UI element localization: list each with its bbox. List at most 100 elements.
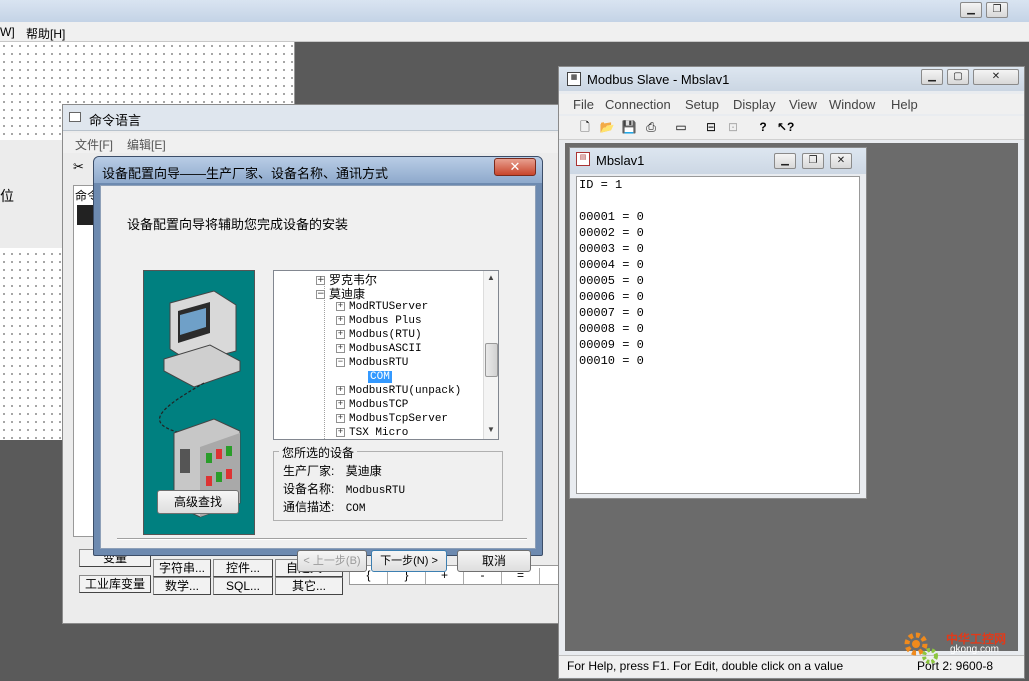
tree-item[interactable]: + TSX Micro — [336, 427, 408, 439]
menu-item-fragment[interactable]: W] — [0, 25, 15, 39]
command-window-title: 命令语言 — [89, 113, 142, 128]
collapse-icon[interactable]: − — [336, 357, 345, 367]
register-value[interactable]: 0 — [637, 338, 644, 352]
tree-item[interactable]: + Modbus(RTU) — [336, 329, 422, 341]
expand-icon[interactable]: + — [336, 343, 345, 353]
connect-icon[interactable]: ⊟ — [703, 119, 719, 135]
window-icon[interactable]: ▭ — [673, 119, 689, 135]
register-row[interactable]: 00005 = 0 — [579, 273, 644, 289]
scroll-thumb[interactable] — [485, 343, 498, 377]
register-value[interactable]: 0 — [637, 290, 644, 304]
command-window-menubar: 文件[F] 编辑[E] — [63, 133, 561, 153]
expand-icon[interactable]: + — [316, 276, 325, 285]
register-row[interactable]: 00008 = 0 — [579, 321, 644, 337]
watermark-url: gkong.com — [950, 644, 999, 655]
expand-icon[interactable]: + — [336, 413, 345, 423]
child-restore-icon[interactable]: ❐ — [802, 153, 824, 169]
register-value[interactable]: 0 — [637, 274, 644, 288]
register-row[interactable]: 00003 = 0 — [579, 241, 644, 257]
expand-icon[interactable]: + — [336, 385, 345, 395]
register-value[interactable]: 0 — [637, 210, 644, 224]
tree-item[interactable]: − ModbusRTU — [336, 357, 408, 369]
disconnect-icon[interactable]: ⊡ — [725, 119, 741, 135]
main-restore-button[interactable]: ❐ — [986, 2, 1008, 18]
expand-icon[interactable]: + — [336, 315, 345, 325]
collapse-icon[interactable]: − — [316, 290, 325, 299]
sql-button[interactable]: SQL... — [213, 577, 273, 595]
menu-setup[interactable]: Setup — [685, 97, 719, 112]
gear-logo-icon — [904, 632, 938, 664]
register-address: 00010 — [579, 354, 616, 368]
modbus-menubar: File Connection Setup Display View Windo… — [559, 94, 1024, 114]
industrial-lib-variable-button[interactable]: 工业库变量 — [79, 575, 151, 593]
math-button[interactable]: 数学... — [153, 577, 211, 595]
control-button[interactable]: 控件... — [213, 559, 273, 577]
tree-scrollbar[interactable]: ▲ ▼ — [483, 271, 498, 439]
register-row[interactable]: 00006 = 0 — [579, 289, 644, 305]
modbus-window-title: Modbus Slave - Mbslav1 — [587, 72, 730, 87]
menu-connection[interactable]: Connection — [605, 97, 671, 112]
register-row[interactable]: 00001 = 0 — [579, 209, 644, 225]
context-help-icon[interactable]: ↖? — [777, 119, 794, 135]
window-icon — [69, 112, 81, 122]
menu-display[interactable]: Display — [733, 97, 776, 112]
tree-item-label: 莫迪康 — [329, 287, 366, 301]
prev-button[interactable]: < 上一步(B) — [297, 550, 367, 572]
menu-window[interactable]: Window — [829, 97, 875, 112]
close-icon[interactable]: ✕ — [973, 69, 1019, 85]
register-value[interactable]: 0 — [637, 322, 644, 336]
register-value[interactable]: 0 — [637, 258, 644, 272]
register-value[interactable]: 0 — [637, 242, 644, 256]
register-row[interactable]: 00004 = 0 — [579, 257, 644, 273]
other-button[interactable]: 其它... — [275, 577, 343, 595]
expand-icon[interactable]: + — [336, 427, 345, 437]
next-button[interactable]: 下一步(N) > — [371, 550, 447, 572]
wizard-body: 设备配置向导将辅助您完成设备的安装 + 罗克韦尔 − 莫迪康 + ModRTUS… — [100, 185, 536, 572]
new-file-icon[interactable]: 🗋 — [577, 119, 593, 135]
menu-item-file[interactable]: 文件[F] — [75, 136, 113, 153]
save-icon[interactable]: 💾 — [621, 119, 637, 135]
open-folder-icon[interactable]: 📂 — [599, 119, 615, 135]
menu-item-help[interactable]: 帮助[H] — [26, 25, 65, 42]
tree-item[interactable]: + Modbus Plus — [336, 315, 422, 327]
tree-item-label: ModbusRTU(unpack) — [349, 385, 462, 397]
scroll-up-icon[interactable]: ▲ — [487, 273, 495, 282]
vendor-row: 生产厂家: 莫迪康 — [283, 462, 382, 479]
register-row[interactable]: 00002 = 0 — [579, 225, 644, 241]
expand-icon[interactable]: + — [336, 399, 345, 409]
child-close-icon[interactable]: ✕ — [830, 153, 852, 169]
tree-item[interactable]: + ModbusRTU(unpack) — [336, 385, 461, 397]
expand-icon[interactable]: + — [336, 301, 345, 311]
tree-item-selected[interactable]: COM — [368, 371, 392, 383]
scroll-down-icon[interactable]: ▼ — [487, 425, 495, 434]
vendor-value: 莫迪康 — [345, 464, 382, 478]
help-icon[interactable]: ? — [755, 119, 771, 135]
string-button[interactable]: 字符串... — [153, 559, 211, 577]
register-list[interactable]: ID = 1 00001 = 0 00002 = 0 00003 = 0 000… — [576, 176, 860, 494]
register-row[interactable]: 00007 = 0 — [579, 305, 644, 321]
main-minimize-button[interactable]: ▁ — [960, 2, 982, 18]
cancel-button[interactable]: 取消 — [457, 550, 531, 572]
register-value[interactable]: 0 — [637, 354, 644, 368]
tree-item[interactable]: + ModbusASCII — [336, 343, 422, 355]
close-icon[interactable]: ✕ — [494, 158, 536, 176]
menu-file[interactable]: File — [573, 97, 594, 112]
register-value[interactable]: 0 — [637, 306, 644, 320]
tree-item[interactable]: − 莫迪康 — [316, 285, 365, 302]
child-minimize-icon[interactable]: ▁ — [774, 153, 796, 169]
register-row[interactable]: 00009 = 0 — [579, 337, 644, 353]
tree-item[interactable]: + ModRTUServer — [336, 301, 428, 313]
tree-item[interactable]: + ModbusTcpServer — [336, 413, 448, 425]
register-value[interactable]: 0 — [637, 226, 644, 240]
expand-icon[interactable]: + — [336, 329, 345, 339]
minimize-icon[interactable]: ▁ — [921, 69, 943, 85]
print-icon[interactable]: ⎙ — [643, 119, 659, 135]
menu-help[interactable]: Help — [891, 97, 918, 112]
advanced-search-button[interactable]: 高级查找 — [157, 490, 239, 514]
menu-item-edit[interactable]: 编辑[E] — [127, 136, 166, 153]
maximize-icon[interactable]: ▢ — [947, 69, 969, 85]
tree-item[interactable]: + ModbusTCP — [336, 399, 408, 411]
register-row[interactable]: 00010 = 0 — [579, 353, 644, 369]
device-tree[interactable]: + 罗克韦尔 − 莫迪康 + ModRTUServer + Modbus Plus + M… — [273, 270, 499, 440]
menu-view[interactable]: View — [789, 97, 817, 112]
